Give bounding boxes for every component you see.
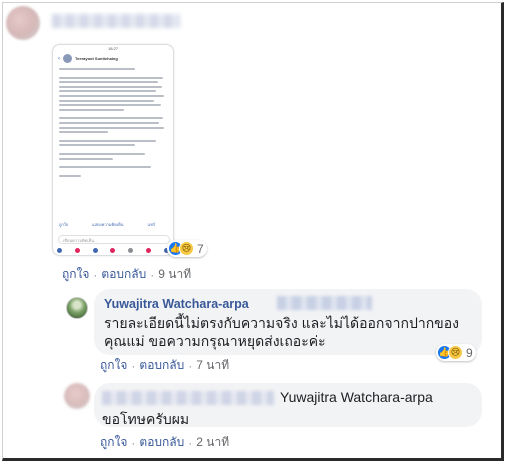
reply-text: ขอโทษครับผม <box>102 411 190 427</box>
reply-timestamp[interactable]: 2 นาที <box>196 433 229 452</box>
like-link[interactable]: ถูกใจ <box>100 356 127 375</box>
reply-author-avatar-redacted[interactable] <box>64 383 90 409</box>
phone-status-bar: 18:27 <box>107 46 118 51</box>
reaction-count: 7 <box>197 241 204 256</box>
reply-name-redacted <box>102 391 274 405</box>
sad-reaction-icon: 😢 <box>448 345 463 360</box>
phone-bottom-bar <box>57 248 169 253</box>
phone-post-text <box>53 65 173 182</box>
sad-reaction-icon: 😢 <box>179 241 194 256</box>
comment-actions: ถูกใจ · ตอบกลับ · 9 นาที <box>62 265 191 284</box>
reply-link[interactable]: ตอบกลับ <box>101 265 146 284</box>
comment-reactions[interactable]: 👍 😢 7 <box>167 240 207 257</box>
reply-reactions[interactable]: 👍 😢 9 <box>436 344 476 361</box>
tagged-user[interactable]: Yuwajitra Watchara-arpa <box>280 389 433 405</box>
commenter-name-redacted <box>52 14 180 28</box>
reply-name-redacted <box>277 296 372 310</box>
reply-timestamp[interactable]: 7 นาที <box>196 356 229 375</box>
reply-author-avatar[interactable] <box>66 297 88 319</box>
reply-bubble: Yuwajitra Watchara-arpa รายละเอียดนี้ไม่… <box>94 289 482 355</box>
reply-actions: ถูกใจ · ตอบกลับ · 2 นาที <box>100 433 229 452</box>
phone-post-header: ‹ Teerayoot Suntichaing <box>53 52 173 65</box>
like-link[interactable]: ถูกใจ <box>100 433 127 452</box>
reply-text: รายละเอียดนี้ไม่ตรงกับความจริง และไม่ได้… <box>104 315 459 349</box>
comment-timestamp[interactable]: 9 นาที <box>158 265 191 284</box>
phone-comment-input: เขียนความคิดเห็น... <box>58 235 170 244</box>
reaction-count: 9 <box>466 345 473 360</box>
phone-author-name: Teerayoot Suntichaing <box>75 56 118 61</box>
attached-screenshot[interactable]: 18:27 ‹ Teerayoot Suntichaing ถูกใจ แสดง… <box>52 44 174 256</box>
reply-link[interactable]: ตอบกลับ <box>139 356 184 375</box>
back-arrow-icon: ‹ <box>58 55 60 62</box>
reply-link[interactable]: ตอบกลับ <box>139 433 184 452</box>
reply-bubble: Yuwajitra Watchara-arpa ขอโทษครับผม <box>94 383 482 427</box>
like-link[interactable]: ถูกใจ <box>62 265 89 284</box>
phone-post-actions: ถูกใจ แสดงความคิดเห็น แชร์ <box>59 222 155 227</box>
reply-actions: ถูกใจ · ตอบกลับ · 7 นาที <box>100 356 229 375</box>
reply-author-name[interactable]: Yuwajitra Watchara-arpa <box>104 297 249 311</box>
phone-author-avatar <box>63 54 72 63</box>
commenter-avatar[interactable] <box>6 6 40 40</box>
